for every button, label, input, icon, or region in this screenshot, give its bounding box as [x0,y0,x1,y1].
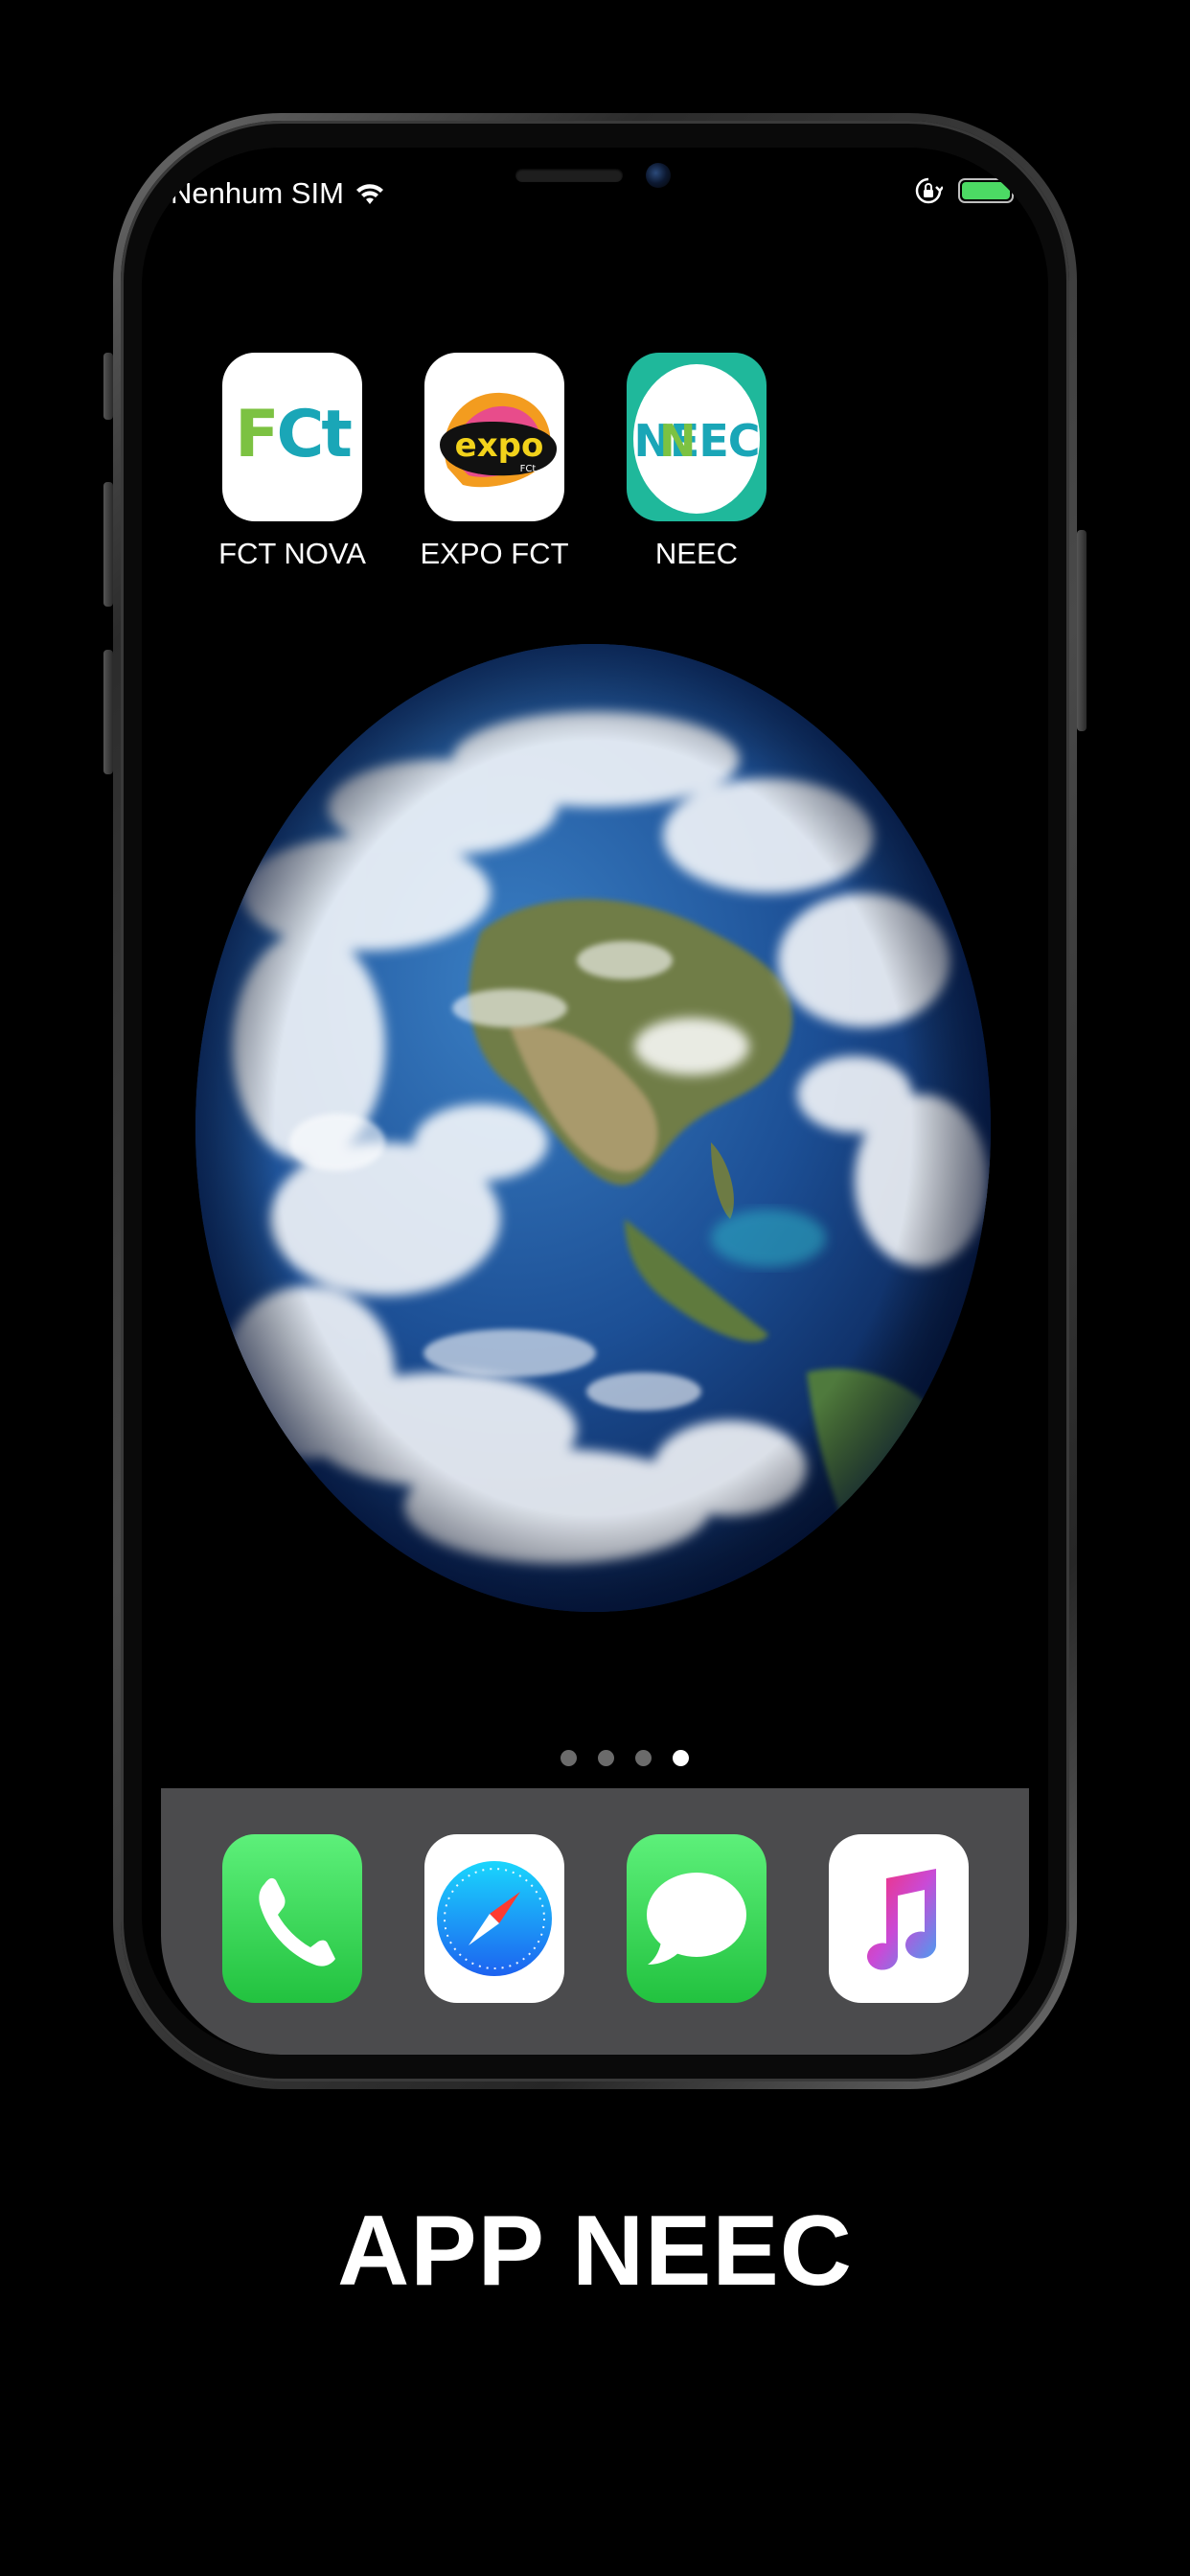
chat-bubble-icon [647,1873,746,1965]
page-indicator[interactable] [142,1750,1048,1766]
phone-app[interactable] [222,1834,362,2003]
notch [400,148,790,207]
page-caption: APP NEEC [337,2196,853,2307]
app-label-neec: NEEC [654,537,739,570]
status-bar-right [914,176,1018,205]
compass-icon [437,1861,552,1976]
expo-fct-icon: expo FCt [424,353,564,521]
status-bar-left: Nenhum SIM [171,176,384,211]
app-fct-nova[interactable]: FCt FCT NOVA [218,353,366,571]
music-note-icon [867,1869,936,1970]
neec-icon: NEEC N [627,353,767,521]
music-app[interactable] [829,1834,969,2003]
messages-app[interactable] [627,1834,767,2003]
app-label-fct-nova: FCT NOVA [218,537,366,570]
earpiece-speaker [515,169,623,182]
app-label-expo-fct: EXPO FCT [420,537,569,570]
rotation-lock-icon [914,176,943,205]
svg-text:FCt: FCt [520,464,537,474]
volume-down-button [103,650,113,774]
carrier-label: Nenhum SIM [171,176,344,210]
neec-n-letter: N [659,415,697,467]
battery-level-fill [962,182,1010,199]
page-dot-3[interactable] [635,1750,652,1766]
svg-text:expo: expo [455,426,544,465]
safari-app[interactable] [424,1834,564,2003]
dock [161,1788,1029,2055]
phone-icon [259,1877,335,1966]
power-button [1077,530,1087,731]
wifi-icon [355,181,384,206]
volume-up-button [103,482,113,607]
phone-mockup: Nenhum SIM FCt FCT NOVA expo FCt EXPO FC… [103,113,1087,2089]
fct-nova-icon: FCt [222,353,362,521]
front-camera [646,163,671,188]
page-dot-4-active[interactable] [673,1750,689,1766]
battery-icon [958,178,1018,203]
svg-text:NEEC: NEEC [633,415,759,467]
app-expo-fct[interactable]: expo FCt EXPO FCT [420,353,569,571]
page-dot-2[interactable] [598,1750,614,1766]
earth-wallpaper [195,644,991,1612]
svg-text:FCt: FCt [235,397,351,472]
home-screen: Nenhum SIM FCt FCT NOVA expo FCt EXPO FC… [142,148,1048,2055]
page-dot-1[interactable] [561,1750,577,1766]
app-neec[interactable]: NEEC N NEEC [627,353,767,571]
mute-switch [103,353,113,420]
